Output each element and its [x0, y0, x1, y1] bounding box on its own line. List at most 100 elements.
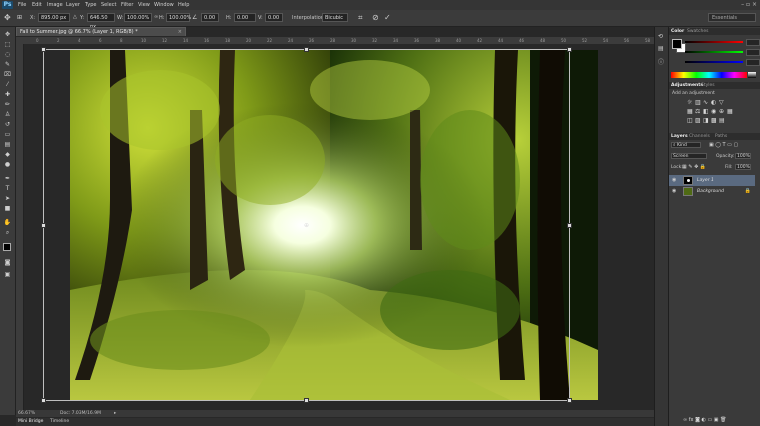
channel-mixer-icon[interactable]: ⊕: [719, 108, 724, 115]
document-tab[interactable]: Fall to Summer.jpg @ 66.7% (Layer 1, RGB…: [16, 27, 186, 36]
menu-layer[interactable]: Layer: [66, 2, 80, 8]
dodge-tool-icon[interactable]: ●: [3, 161, 12, 168]
pen-tool-icon[interactable]: ✒: [3, 175, 12, 182]
menu-select[interactable]: Select: [101, 2, 116, 8]
tab-mini-bridge[interactable]: Mini Bridge: [18, 419, 43, 424]
posterize-icon[interactable]: ▨: [695, 117, 701, 124]
clone-stamp-tool-icon[interactable]: ♙: [3, 111, 12, 118]
lasso-tool-icon[interactable]: ◌: [3, 51, 12, 58]
marquee-tool-icon[interactable]: ⬚: [3, 41, 12, 48]
menu-view[interactable]: View: [138, 2, 150, 8]
h-skew-field[interactable]: 0.00: [234, 13, 256, 22]
color-balance-icon[interactable]: ⚖: [695, 108, 700, 115]
shape-tool-icon[interactable]: ■: [3, 205, 12, 212]
history-panel-icon[interactable]: ⟲: [658, 33, 663, 40]
hue-saturation-icon[interactable]: ▦: [687, 108, 693, 115]
layer-panel-footer-icons[interactable]: ∞ fx ◙ ◐ ▭ ▣ 🗑: [683, 417, 726, 423]
tab-paths[interactable]: Paths: [715, 134, 727, 139]
angle-field[interactable]: 0.00: [201, 13, 219, 22]
layer-row-layer1[interactable]: ◉ Layer 1: [669, 175, 755, 186]
tab-styles[interactable]: Styles: [701, 83, 715, 88]
blue-slider[interactable]: [685, 61, 743, 63]
menu-window[interactable]: Window: [154, 2, 174, 8]
exposure-icon[interactable]: ◐: [711, 99, 716, 106]
tab-timeline[interactable]: Timeline: [50, 419, 69, 424]
transform-center-icon[interactable]: ⊕: [304, 222, 309, 229]
tab-swatches[interactable]: Swatches: [687, 29, 709, 34]
quick-select-tool-icon[interactable]: ✎: [3, 61, 12, 68]
hand-tool-icon[interactable]: ✋: [3, 219, 12, 226]
healing-brush-tool-icon[interactable]: ✚: [3, 91, 12, 98]
info-panel-icon[interactable]: ⓘ: [658, 57, 664, 66]
link-icon[interactable]: ∞: [154, 13, 158, 22]
transform-handle-bottom[interactable]: [304, 398, 309, 403]
brush-tool-icon[interactable]: ✏: [3, 101, 12, 108]
photo-filter-icon[interactable]: ◉: [711, 108, 716, 115]
status-menu-arrow-icon[interactable]: ▸: [114, 410, 116, 417]
tab-adjustments[interactable]: Adjustments: [671, 83, 703, 88]
zoom-level[interactable]: 66.67%: [18, 410, 35, 417]
blur-tool-icon[interactable]: ◆: [3, 151, 12, 158]
layer-row-background[interactable]: ◉ Background 🔒: [669, 186, 755, 197]
transform-handle-left[interactable]: [41, 223, 46, 228]
color-spectrum[interactable]: [671, 72, 747, 78]
visibility-eye-icon[interactable]: ◉: [672, 177, 676, 183]
brightness-icon[interactable]: ☼: [687, 99, 692, 106]
type-tool-icon[interactable]: T: [3, 185, 12, 192]
path-select-tool-icon[interactable]: ➤: [3, 195, 12, 202]
crop-tool-icon[interactable]: ⌧: [3, 71, 12, 78]
width-field[interactable]: 100.00%: [124, 13, 152, 22]
menu-edit[interactable]: Edit: [32, 2, 42, 8]
black-white-icon[interactable]: ◧: [703, 108, 709, 115]
layer-kind-filter[interactable]: ⌕ Kind: [671, 142, 701, 148]
menu-image[interactable]: Image: [47, 2, 63, 8]
fill-field[interactable]: 100%: [735, 164, 751, 170]
properties-panel-icon[interactable]: ▤: [658, 45, 664, 52]
eraser-tool-icon[interactable]: ▭: [3, 131, 12, 138]
transform-handle-br[interactable]: [567, 398, 572, 403]
blue-value-field[interactable]: [746, 59, 760, 66]
tab-color[interactable]: Color: [671, 29, 684, 34]
warp-mode-icon[interactable]: ⌗: [358, 13, 363, 22]
window-controls[interactable]: – ▫ ×: [741, 1, 757, 8]
green-value-field[interactable]: [746, 49, 760, 56]
quick-mask-icon[interactable]: ◙: [3, 259, 12, 266]
levels-icon[interactable]: ▥: [695, 99, 701, 106]
cancel-transform-icon[interactable]: ⊘: [372, 13, 379, 22]
move-tool-icon[interactable]: ✥: [3, 31, 12, 38]
height-field[interactable]: 100.00%: [166, 13, 191, 22]
transform-handle-top[interactable]: [304, 47, 309, 52]
gradient-map-icon[interactable]: ▤: [719, 117, 725, 124]
green-slider[interactable]: [685, 51, 743, 53]
transform-handle-bl[interactable]: [41, 398, 46, 403]
menu-help[interactable]: Help: [178, 2, 189, 8]
x-position-field[interactable]: 895.00 px: [38, 13, 70, 22]
screen-mode-icon[interactable]: ▣: [3, 271, 12, 278]
red-slider[interactable]: [685, 41, 743, 43]
grayscale-ramp[interactable]: [748, 72, 756, 78]
gradient-tool-icon[interactable]: ▤: [3, 141, 12, 148]
reference-point-icon[interactable]: ⊞: [17, 13, 22, 22]
y-position-field[interactable]: 646.50 px: [87, 13, 115, 30]
vertical-ruler[interactable]: [16, 44, 24, 410]
lock-icons[interactable]: ▦ ✎ ✥ 🔒: [682, 164, 706, 170]
red-value-field[interactable]: [746, 39, 760, 46]
tab-layers[interactable]: Layers: [671, 134, 688, 139]
blend-mode-select[interactable]: Screen: [671, 153, 707, 159]
tab-channels[interactable]: Channels: [689, 134, 710, 139]
opacity-field[interactable]: 100%: [735, 153, 751, 159]
filter-type-icons[interactable]: ▣ ◯ T ▭ ▢: [709, 142, 738, 148]
eyedropper-tool-icon[interactable]: ⁄: [3, 81, 12, 88]
vibrance-icon[interactable]: ▽: [719, 99, 724, 106]
selective-color-icon[interactable]: ▩: [711, 117, 717, 124]
layer-name[interactable]: Layer 1: [697, 178, 714, 183]
menu-type[interactable]: Type: [85, 2, 96, 8]
transform-handle-right[interactable]: [567, 223, 572, 228]
history-brush-tool-icon[interactable]: ↺: [3, 121, 12, 128]
transform-bounding-box[interactable]: ⊕: [41, 47, 572, 403]
zoom-tool-icon[interactable]: ⌕: [3, 229, 12, 236]
color-lookup-icon[interactable]: ▦: [727, 108, 733, 115]
foreground-color-swatch[interactable]: [3, 243, 11, 251]
interpolation-select[interactable]: Bicubic: [322, 13, 348, 22]
visibility-eye-icon[interactable]: ◉: [672, 188, 676, 194]
